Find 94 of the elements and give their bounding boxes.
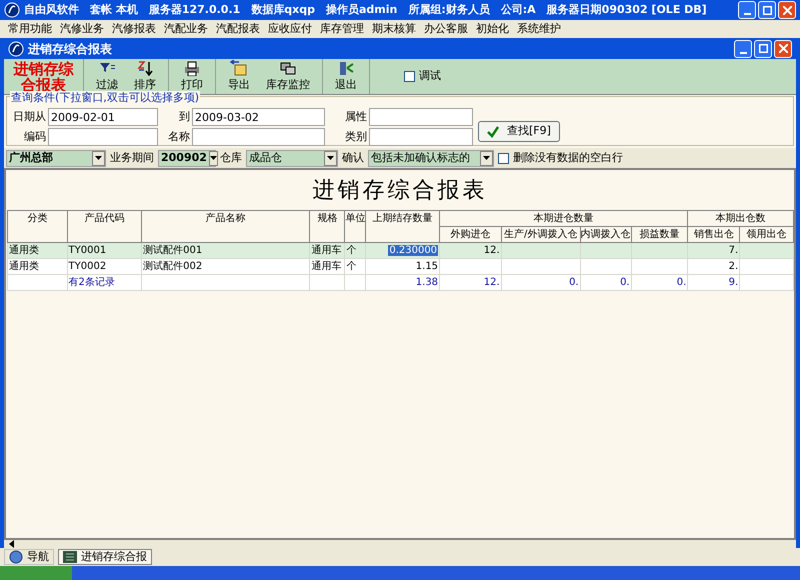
globe-icon: [9, 550, 23, 564]
table-cell: 1.38: [416, 277, 438, 288]
table-cell: 通用车: [311, 245, 342, 256]
check-icon: [487, 126, 499, 138]
minimize-icon: [740, 52, 746, 54]
checkbox[interactable]: 删除没有数据的空白行: [498, 150, 623, 166]
close-button[interactable]: [778, 1, 796, 19]
toolbar-button[interactable]: 导出: [220, 59, 258, 94]
table-cell: 12.: [484, 245, 500, 256]
table-cell: 个: [346, 245, 356, 256]
table-cell: 9.: [728, 277, 738, 288]
caret-icon: [95, 156, 102, 160]
filter-label: 确认: [342, 150, 364, 166]
maximize-icon: [758, 44, 768, 53]
toolbar-button[interactable]: 库存监控: [258, 59, 318, 94]
close-button[interactable]: [774, 40, 792, 58]
dropdown[interactable]: 200902: [158, 150, 216, 166]
input-field[interactable]: 2009-03-02: [192, 108, 325, 126]
window-title: 自由风软件 套帐 本机 服务器127.0.0.1 数据库qxqp 操作员admin 所属组:财务人员 公司:A 服务器日期090302 [OLE DB]: [24, 2, 707, 18]
filter-label: 仓库: [220, 150, 242, 166]
caret-icon: [210, 156, 217, 160]
menu-item[interactable]: 汽配业务: [160, 20, 212, 38]
search-button[interactable]: 查找[F9]: [478, 121, 560, 142]
minimize-icon: [744, 13, 750, 15]
column-header: 分类: [8, 210, 68, 242]
table-cell: 0.: [569, 277, 579, 288]
menu-item[interactable]: 常用功能: [4, 20, 56, 38]
close-icon: [778, 44, 788, 53]
toolbar-button[interactable]: 退出: [327, 59, 365, 94]
menu-item[interactable]: 汽修报表: [108, 20, 160, 38]
menu-item[interactable]: 库存管理: [316, 20, 368, 38]
app-logo-icon: [4, 2, 20, 18]
column-group-header: 本期出仓数: [688, 210, 794, 226]
maximize-button[interactable]: [758, 1, 776, 19]
start-button[interactable]: [0, 566, 72, 580]
table-cell: 测试配件001: [143, 245, 202, 256]
query-legend: 查询条件(下拉窗口,双击可以选择多项): [10, 91, 200, 105]
dropdown[interactable]: 包括未加确认标志的: [368, 150, 494, 166]
caret-icon: [327, 156, 334, 160]
report-heading: 进销存综合报表: [312, 176, 488, 204]
menu-item[interactable]: 初始化: [472, 20, 513, 38]
table-cell: 有2条记录: [68, 277, 115, 288]
caret-icon: [483, 156, 490, 160]
dropdown[interactable]: 成品仓: [246, 150, 338, 166]
field-label: 编码: [23, 128, 46, 145]
column-group-header: 本期进仓数量: [440, 210, 688, 226]
child-window-title: 进销存综合报表: [28, 40, 112, 58]
column-header: 产品名称: [142, 210, 310, 242]
table-cell: 0.230000: [388, 245, 438, 256]
exit-icon: [337, 60, 355, 76]
sort-icon: [136, 60, 154, 76]
field-label: 类别: [344, 128, 367, 145]
taskbar-tab[interactable]: 导航: [4, 549, 54, 565]
field-label: 日期从: [12, 108, 46, 125]
menu-item[interactable]: 期末核算: [368, 20, 420, 38]
table-cell: 1.15: [416, 261, 438, 272]
dropdown[interactable]: 广州总部: [6, 150, 106, 166]
close-icon: [782, 6, 792, 14]
table-cell: 通用类: [9, 245, 39, 256]
app-logo-icon: [8, 40, 24, 56]
table-cell: 通用车: [311, 261, 342, 272]
table-cell: 个: [346, 261, 356, 272]
input-field[interactable]: [369, 108, 473, 126]
field-label: 到: [178, 108, 190, 125]
table-cell: 2.: [728, 261, 738, 272]
input-field[interactable]: [48, 128, 158, 146]
table-cell: 7.: [728, 245, 738, 256]
table-cell: 0.: [620, 277, 630, 288]
minimize-button[interactable]: [738, 1, 756, 19]
table-cell: 通用类: [9, 261, 39, 272]
menu-item[interactable]: 应收应付: [264, 20, 316, 38]
table-cell: 测试配件002: [143, 261, 202, 272]
table-cell: 0.: [676, 277, 686, 288]
table-cell: 12.: [484, 277, 500, 288]
input-field[interactable]: [369, 128, 473, 146]
menu-item[interactable]: 汽修业务: [56, 20, 108, 38]
taskbar-tab[interactable]: 进销存综合报: [58, 549, 152, 565]
filter-label: 业务期间: [110, 150, 154, 166]
field-label: 属性: [344, 108, 367, 125]
input-field[interactable]: 2009-02-01: [48, 108, 158, 126]
table-cell: TY0001: [68, 245, 106, 256]
menu-item[interactable]: 汽配报表: [212, 20, 264, 38]
minimize-button[interactable]: [734, 40, 752, 58]
menu-item[interactable]: 系统维护: [513, 20, 565, 38]
export-icon: [230, 60, 248, 76]
checkbox[interactable]: 调试: [404, 68, 441, 85]
menu-item[interactable]: 办公客服: [420, 20, 472, 38]
field-label: 名称: [167, 128, 190, 145]
table-cell: TY0002: [68, 261, 106, 272]
monitor-icon: [279, 60, 297, 76]
maximize-button[interactable]: [754, 40, 772, 58]
input-field[interactable]: [192, 128, 325, 146]
maximize-icon: [762, 6, 772, 14]
grid-icon: [63, 551, 77, 563]
